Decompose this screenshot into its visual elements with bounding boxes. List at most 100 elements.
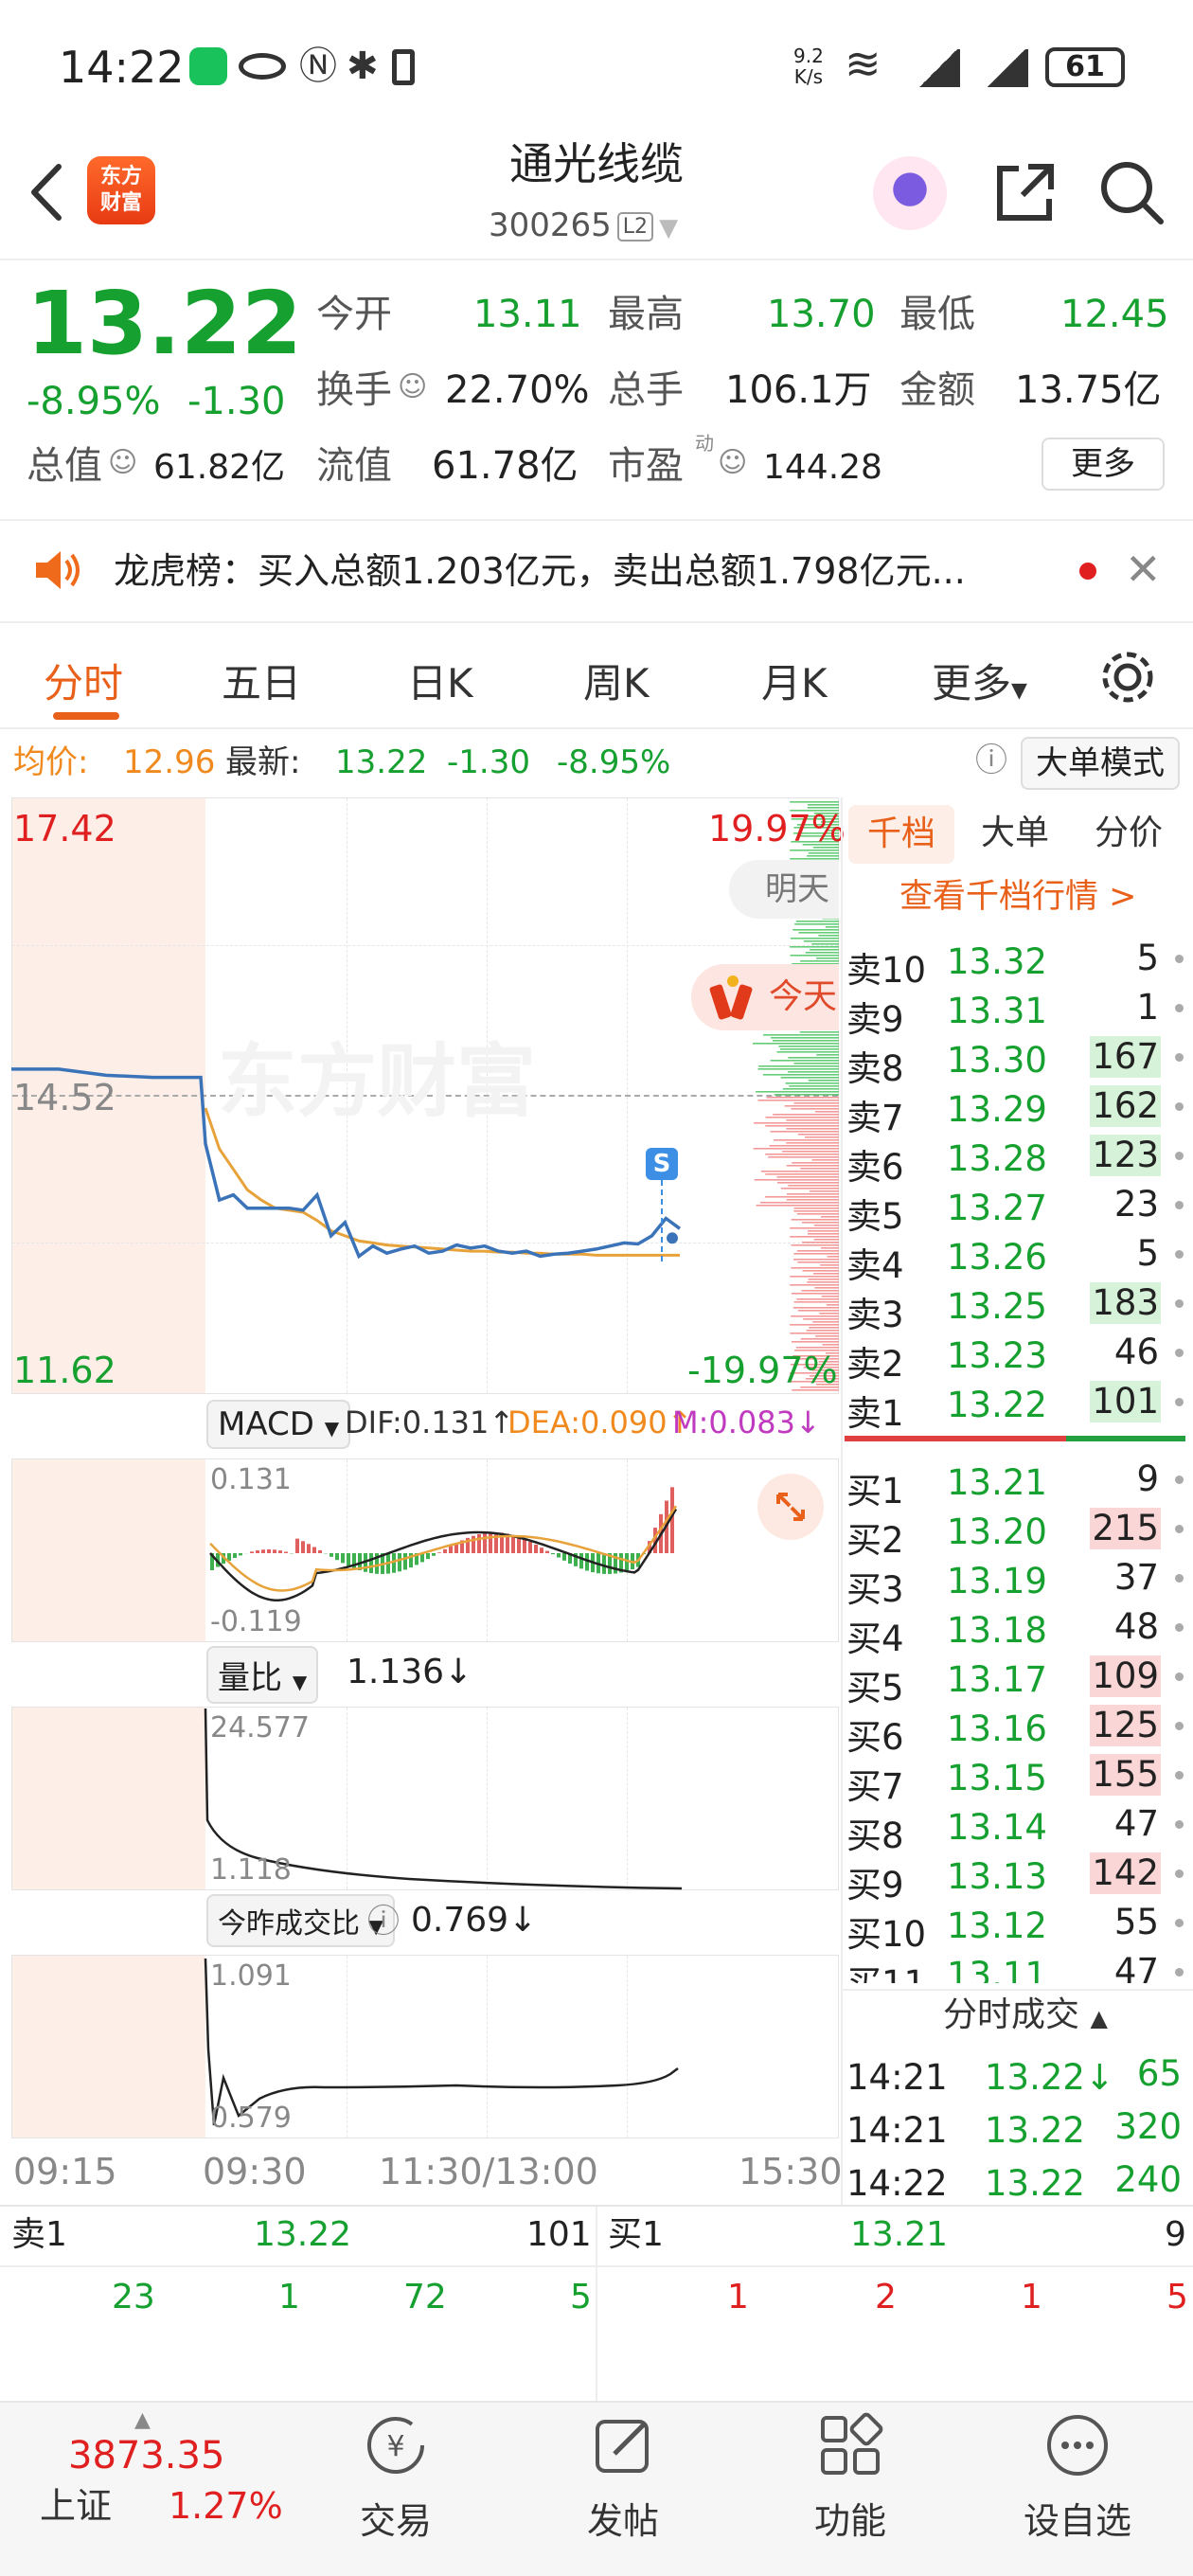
nav-function[interactable]: 功能 [775,2410,926,2544]
stock-code-line[interactable]: 300265 L2 ▼ [489,206,678,244]
depth-bar [770,1060,839,1062]
tomorrow-pill[interactable]: 明天 [729,860,839,919]
macd-bar [540,1547,543,1553]
help-icon[interactable]: ⓘ [367,1905,400,1938]
depth-bar [813,1239,839,1241]
nav-add-watchlist[interactable]: 设自选 [1002,2410,1153,2544]
tab-fenjia[interactable]: 分价 [1095,816,1163,850]
sell-row[interactable]: 卖10 13.32 5 [843,934,1193,991]
tab-monthly-k[interactable]: 月K [761,652,828,709]
macd-bar [403,1553,407,1570]
depth-bar [800,1168,839,1170]
tomorrow-label: 明天 [765,870,829,908]
close-icon[interactable]: ✕ [1125,547,1162,591]
depth-bar [753,1148,839,1150]
low-label: 最低 [899,293,975,336]
gear-icon[interactable] [1098,648,1157,707]
buy-row[interactable]: 买11 13.11 47 [843,1947,1193,1983]
depth-bar [790,938,839,939]
buy-row[interactable]: 买2 13.20 215 [843,1504,1193,1561]
sell-row[interactable]: 卖6 13.28 123 [843,1131,1193,1188]
l2-badge: L2 [616,212,654,242]
sell-row[interactable]: 卖4 13.26 5 [843,1229,1193,1286]
tab-fenshi[interactable]: 分时 [44,652,123,709]
sell-price: 13.26 [947,1237,1047,1278]
sell-row[interactable]: 卖8 13.30 167 [843,1032,1193,1089]
lb-value: 1.136↓ [347,1653,473,1691]
buy-row[interactable]: 买3 13.19 37 [843,1553,1193,1610]
tab-more[interactable]: 更多▼ [932,652,1027,709]
buy-row[interactable]: 买6 13.16 125 [843,1701,1193,1758]
trade-qty: 65 [1136,2053,1182,2094]
view-depth-link[interactable]: 查看千档行情 > [899,881,1136,914]
big-order-mode-button[interactable]: 大单模式 [1021,737,1180,790]
info-icon[interactable]: ☺ [718,449,747,477]
sell-qty: 5 [1136,1233,1159,1274]
macd-bar [545,1550,549,1553]
more-dots-icon [1042,2410,1113,2480]
signal-icon [917,49,960,87]
sell-row[interactable]: 卖3 13.25 183 [843,1279,1193,1335]
sell-row[interactable]: 卖9 13.31 1 [843,983,1193,1040]
buy-row[interactable]: 买9 13.13 142 [843,1849,1193,1905]
lb-label: 量比 [218,1659,282,1697]
depth-bar [763,1034,839,1036]
tab-dadan[interactable]: 大单 [981,816,1049,850]
depth-bar [803,1318,839,1320]
dot-icon [1175,1398,1184,1406]
macd-selector[interactable]: MACD ▼ [206,1400,351,1449]
nav-post[interactable]: 发帖 [547,2410,699,2544]
search-icon[interactable] [1098,159,1166,227]
tab-weekly-k[interactable]: 周K [583,652,650,709]
index-ticker[interactable]: ▲ 3873.35 上证 1.27% [0,2403,312,2576]
robot-avatar-icon[interactable] [873,156,947,230]
s-marker[interactable]: S [646,1148,678,1180]
expand-icon[interactable] [757,1474,824,1540]
depth-bar [796,1213,839,1215]
depth-bar [762,1074,839,1076]
buy-qty: 55 [1113,1902,1159,1942]
depth-bar [790,1324,839,1326]
sell-row[interactable]: 卖1 13.22 101 [843,1377,1193,1434]
sell-row[interactable]: 卖2 13.23 46 [843,1328,1193,1385]
trades-title[interactable]: 分时成交 ▲ [943,1998,1108,2032]
trade-row: 14:21 13.22↓ 65 [843,2049,1193,2099]
trade-qty: 240 [1114,2159,1182,2200]
depth-bar [826,1304,839,1306]
more-button[interactable]: 更多 [1042,438,1165,491]
info-icon[interactable]: ☺ [108,449,137,477]
depth-bar [785,1082,839,1084]
sell-price: 13.32 [947,941,1047,982]
nav-trade[interactable]: ¥ 交易 [320,2410,472,2544]
lb-selector[interactable]: 量比 ▼ [206,1646,319,1704]
today-label: 今天 [769,977,838,1016]
sell-qty: 1 [1136,987,1159,1028]
buy-row[interactable]: 买8 13.14 47 [843,1799,1193,1856]
tab-5day[interactable]: 五日 [222,652,301,709]
buy-price: 13.14 [947,1807,1047,1848]
depth-bar [816,1054,839,1056]
sell-row[interactable]: 卖5 13.27 23 [843,1180,1193,1237]
macd-bar [625,1553,629,1571]
macd-bar [557,1553,561,1558]
tab-daily-k[interactable]: 日K [407,652,473,709]
buy-row[interactable]: 买5 13.17 109 [843,1652,1193,1708]
info-icon[interactable]: ☺ [398,373,427,402]
depth-bar [766,1097,839,1099]
depth-bar [765,1117,839,1118]
sell-row[interactable]: 卖7 13.29 162 [843,1082,1193,1138]
dot-icon [1175,1250,1184,1259]
buy-row[interactable]: 买10 13.12 55 [843,1898,1193,1955]
sell-qty: 101 [1090,1381,1161,1422]
buy-row[interactable]: 买7 13.15 155 [843,1750,1193,1807]
share-icon[interactable] [990,159,1059,227]
depth-bar [812,1273,839,1275]
buy-row[interactable]: 买4 13.18 48 [843,1602,1193,1659]
sell-price: 13.25 [947,1286,1047,1327]
dot-icon [1175,955,1184,963]
help-icon[interactable]: ⓘ [975,744,1007,777]
tab-qiandang[interactable]: 千档 [848,805,954,864]
depth-bar [790,1236,839,1238]
buy-row[interactable]: 买1 13.21 9 [843,1455,1193,1512]
open-label: 今开 [316,293,392,336]
